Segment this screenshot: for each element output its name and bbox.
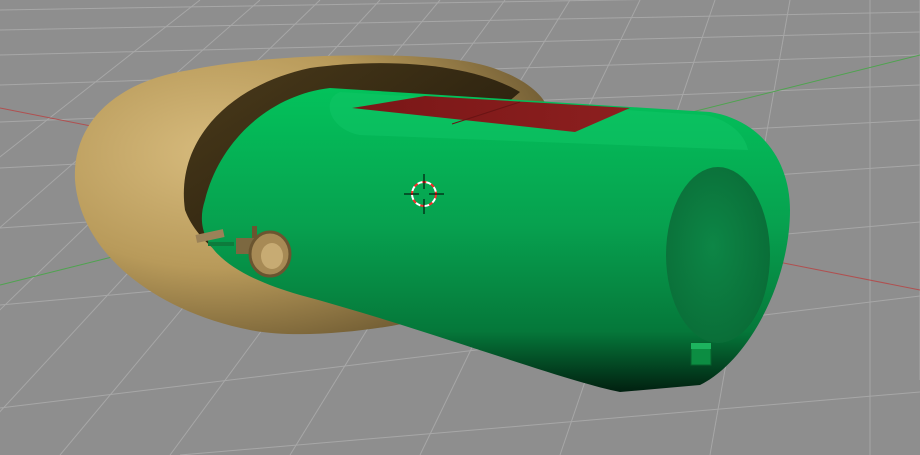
small-green-block[interactable] xyxy=(690,342,712,366)
3d-viewport[interactable] xyxy=(0,0,920,455)
viewport-canvas[interactable] xyxy=(0,0,920,455)
tank-end-cap[interactable] xyxy=(666,167,770,343)
